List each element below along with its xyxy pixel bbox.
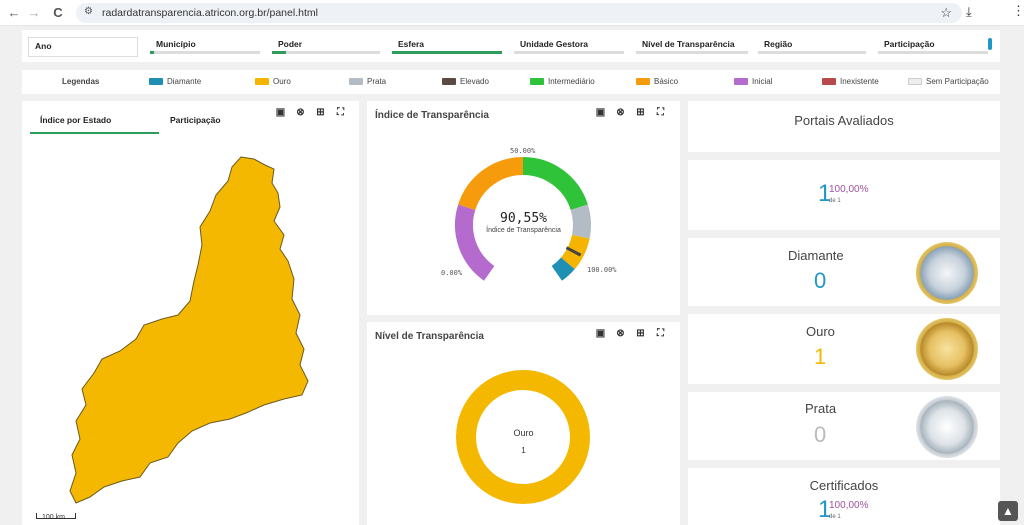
prata-medal-icon [916, 396, 978, 458]
filter-regiao[interactable]: Região [758, 36, 866, 54]
filter-nivel-transparencia[interactable]: Nível de Transparência [636, 36, 748, 54]
ouro-value: 1 [814, 344, 827, 369]
legend-item-inicial: Inicial [734, 77, 772, 86]
scroll-to-top-button[interactable]: ▲ [998, 501, 1018, 521]
legend-item-diamante: Diamante [149, 77, 201, 86]
filter-bar: Ano Município Poder Esfera Unidade Gesto… [22, 30, 1000, 62]
map-card: Índice por Estado Participação ▣ ⊗ ⊞ ⛶ 1… [22, 101, 359, 525]
browser-toolbar: ← → C ⚙ radardatransparencia.atricon.org… [0, 0, 1024, 26]
donut-chart[interactable] [367, 322, 680, 525]
filter-municipio-label: Município [156, 39, 196, 49]
gauge-label-min: 0.00% [441, 269, 463, 277]
legend-item-ouro: Ouro [255, 77, 291, 86]
certificados-card: Certificados 1 100,00% de 1 [688, 468, 1000, 525]
donut-label: Ouro [513, 428, 534, 438]
legend-item-intermediario: Intermediário [530, 77, 595, 86]
certificados-title: Certificados [809, 478, 879, 493]
gauge-segment-intermediario [522, 157, 588, 211]
legend-item-inexistente: Inexistente [822, 77, 879, 86]
filter-participacao-label: Participação [884, 39, 935, 49]
donut-count: 1 [521, 446, 526, 455]
bookmark-star-icon[interactable]: ☆ [940, 5, 952, 21]
portais-title: Portais Avaliados [794, 113, 894, 128]
map-scale-label: 100 km [42, 514, 65, 521]
reload-icon[interactable]: C [50, 5, 66, 21]
gauge-segment-basico [458, 157, 524, 211]
filter-unidade-gestora[interactable]: Unidade Gestora [514, 36, 624, 54]
legend-item-basico: Básico [636, 77, 678, 86]
gauge-chart [455, 157, 591, 281]
download-icon[interactable]: ⤓ [966, 4, 972, 20]
filter-municipio[interactable]: Município [150, 36, 260, 54]
portais-pct: 100,00% [829, 184, 869, 195]
url-text: radardatransparencia.atricon.org.br/pane… [102, 7, 318, 19]
filter-esfera-label: Esfera [398, 39, 424, 49]
filter-poder[interactable]: Poder [272, 36, 380, 54]
legend-item-prata: Prata [349, 77, 386, 86]
diamante-medal-icon [916, 242, 978, 304]
legend-bar: Legendas Diamante Ouro Prata Elevado Int… [22, 70, 1000, 94]
diamante-label: Diamante [788, 248, 844, 263]
filter-unidade-gestora-label: Unidade Gestora [520, 39, 589, 49]
prata-label: Prata [805, 401, 837, 416]
gauge-value: 90,55% [500, 211, 547, 226]
filter-regiao-label: Região [764, 39, 793, 49]
gauge-segment-diamante [551, 257, 575, 281]
certificados-de: de 1 [829, 514, 841, 520]
filter-ano-label: Ano [35, 41, 52, 51]
filter-poder-label: Poder [278, 39, 303, 49]
ouro-label: Ouro [806, 324, 835, 339]
prata-card: Prata 0 [688, 392, 1000, 460]
diamante-value: 0 [814, 268, 827, 293]
filter-participacao[interactable]: Participação [878, 36, 988, 54]
legend-item-elevado: Elevado [442, 77, 489, 86]
legend-title: Legendas [62, 77, 100, 86]
ouro-medal-icon [916, 318, 978, 380]
browser-menu-icon[interactable]: ⋮ [1012, 3, 1024, 19]
filter-esfera[interactable]: Esfera [392, 36, 502, 54]
forward-icon[interactable]: → [26, 5, 42, 21]
gauge-card: Índice de Transparência ▣ ⊗ ⊞ ⛶ 50.00% 0… [367, 101, 680, 315]
site-settings-icon[interactable]: ⚙ [84, 6, 93, 17]
state-map[interactable] [22, 101, 359, 525]
portais-title-card: Portais Avaliados [688, 101, 1000, 152]
diamante-card: Diamante 0 [688, 238, 1000, 306]
prata-value: 0 [814, 422, 827, 447]
donut-card: Nível de Transparência ▣ ⊗ ⊞ ⛶ Ouro 1 [367, 322, 680, 525]
address-bar[interactable]: ⚙ radardatransparencia.atricon.org.br/pa… [76, 3, 962, 23]
gauge-caption: Índice de Transparência [486, 227, 561, 234]
legend-item-sem-participacao: Sem Participação [908, 77, 989, 86]
portais-de: de 1 [829, 198, 841, 204]
filter-nivel-label: Nível de Transparência [642, 39, 735, 49]
certificados-pct: 100,00% [829, 500, 869, 511]
ouro-card: Ouro 1 [688, 314, 1000, 384]
scroll-indicator[interactable] [988, 38, 992, 50]
gauge-label-mid: 50.00% [510, 147, 536, 155]
gauge-label-max: 100.00% [587, 266, 617, 274]
portais-count-card: 1 100,00% de 1 [688, 160, 1000, 230]
filter-ano[interactable]: Ano [28, 37, 138, 57]
state-shape[interactable] [69, 156, 309, 504]
back-icon[interactable]: ← [6, 5, 22, 21]
